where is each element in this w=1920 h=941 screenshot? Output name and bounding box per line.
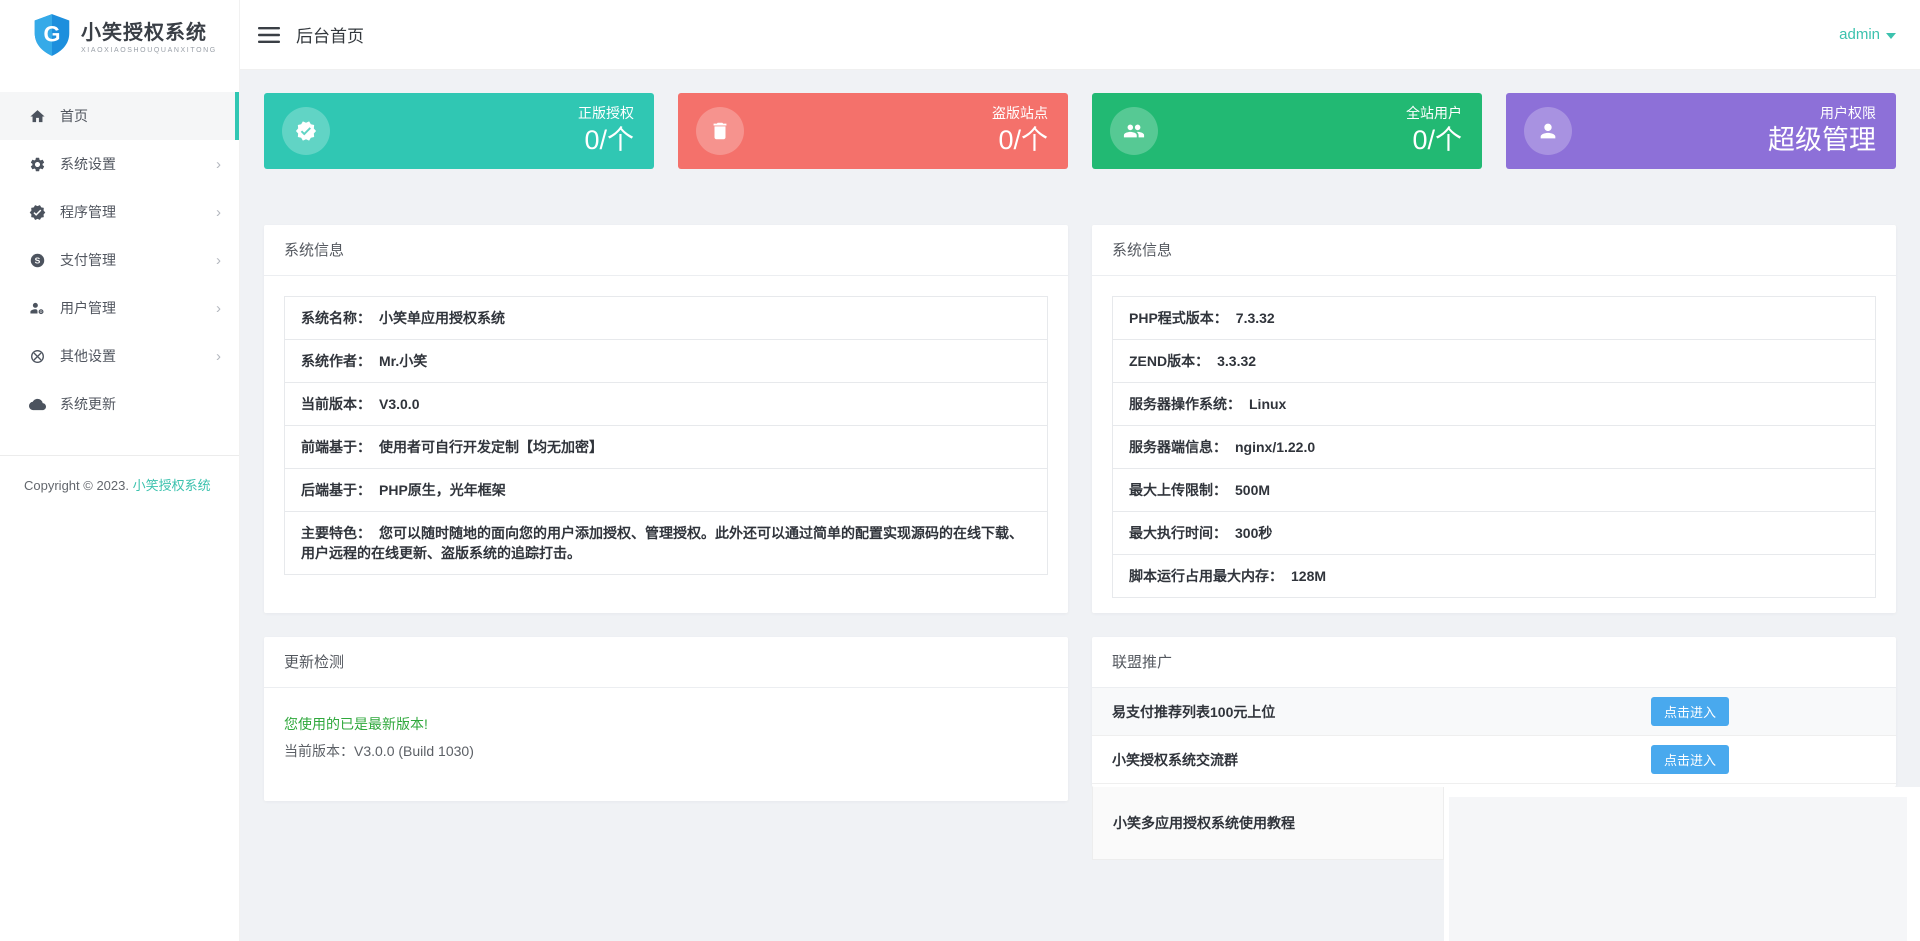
cloud-icon [28,395,46,413]
sidebar-item-label: 系统更新 [60,394,116,414]
info-row: 前端基于：使用者可自行开发定制【均无加密】 [285,426,1047,469]
users-icon [1110,107,1158,155]
info-row: 服务器端信息：nginx/1.22.0 [1113,426,1875,469]
chevron-right-icon: › [216,253,221,268]
panel-title: 系统信息 [1092,225,1896,276]
brand-title: 小笑授权系统 [81,16,217,45]
promo-title: 易支付推荐列表100元上位 [1112,702,1275,722]
stat-card-total-users: 全站用户 0/个 [1092,93,1482,169]
badge-check-icon [28,203,46,221]
info-row: 系统名称：小笑单应用授权系统 [285,297,1047,340]
hamburger-icon[interactable] [258,27,280,43]
server-info-table: PHP程式版本：7.3.32 ZEND版本：3.3.32 服务器操作系统：Lin… [1112,296,1876,598]
topbar: 后台首页 admin [240,0,1920,70]
sidebar-item-other-settings[interactable]: 其他设置 › [0,332,239,380]
promo-row-tutorial[interactable]: 小笑多应用授权系统使用教程 [1092,787,1444,860]
stat-value: 0/个 [992,123,1048,157]
other-settings-icon [28,347,46,365]
info-row: ZEND版本：3.3.32 [1113,340,1875,383]
info-row: PHP程式版本：7.3.32 [1113,297,1875,340]
panel-title: 更新检测 [264,637,1068,688]
sidebar-item-system-update[interactable]: 系统更新 [0,380,239,428]
stat-label: 盗版站点 [992,104,1048,122]
enter-button[interactable]: 点击进入 [1651,697,1729,726]
stat-card-user-role: 用户权限 超级管理 [1506,93,1896,169]
stat-label: 正版授权 [578,104,634,122]
sidebar-item-user-management[interactable]: 用户管理 › [0,284,239,332]
sidebar-item-system-settings[interactable]: 系统设置 › [0,140,239,188]
sidebar-item-program-management[interactable]: 程序管理 › [0,188,239,236]
svg-text:G: G [44,21,61,46]
page-title: 后台首页 [296,22,364,47]
user-name: admin [1839,26,1880,43]
panel-title: 联盟推广 [1092,637,1896,688]
panel-update-check: 更新检测 您使用的已是最新版本! 当前版本：V3.0.0 (Build 1030… [264,637,1068,801]
caret-down-icon [1886,33,1896,39]
trash-icon [696,107,744,155]
copyright-link[interactable]: 小笑授权系统 [133,478,211,493]
chevron-right-icon: › [216,301,221,316]
sidebar-item-label: 其他设置 [60,346,116,366]
user-dropdown[interactable]: admin [1839,26,1896,43]
promo-row-chat-group: 小笑授权系统交流群 点击进入 [1092,736,1896,784]
payment-s-icon: S [28,251,46,269]
user-settings-icon [28,299,46,317]
update-status: 您使用的已是最新版本! [284,714,1048,734]
brand-logo[interactable]: G 小笑授权系统 XIAOXIAOSHOUQUANXITONG [0,0,239,70]
current-version: 当前版本：V3.0.0 (Build 1030) [284,741,1048,761]
panel-promo: 联盟推广 易支付推荐列表100元上位 点击进入 小笑授权系统交流群 点击进入 [1092,637,1896,787]
stat-card-genuine-licenses: 正版授权 0/个 [264,93,654,169]
sidebar-item-label: 程序管理 [60,202,116,222]
stat-value: 0/个 [1406,123,1462,157]
chevron-right-icon: › [216,349,221,364]
sidebar-item-label: 支付管理 [60,250,116,270]
shield-logo-icon: G [32,13,72,57]
bottom-right-placeholder [1449,797,1907,941]
svg-text:S: S [34,255,40,265]
promo-row-epay: 易支付推荐列表100元上位 点击进入 [1092,688,1896,736]
stat-label: 用户权限 [1768,104,1876,122]
info-row: 脚本运行占用最大内存：128M [1113,555,1875,597]
promo-title: 小笑多应用授权系统使用教程 [1113,813,1295,833]
badge-check-icon [282,107,330,155]
stat-card-pirated-sites: 盗版站点 0/个 [678,93,1068,169]
sidebar-item-label: 用户管理 [60,298,116,318]
enter-button[interactable]: 点击进入 [1651,745,1729,774]
sidebar-item-label: 系统设置 [60,154,116,174]
sidebar: G 小笑授权系统 XIAOXIAOSHOUQUANXITONG 首页 系统设置 … [0,0,240,941]
sidebar-item-label: 首页 [60,106,88,126]
stat-value: 0/个 [578,123,634,157]
info-row: 系统作者：Mr.小笑 [285,340,1047,383]
panel-title: 系统信息 [264,225,1068,276]
info-row: 当前版本：V3.0.0 [285,383,1047,426]
info-row: 主要特色：您可以随时随地的面向您的用户添加授权、管理授权。此外还可以通过简单的配… [285,512,1047,574]
stat-cards-row: 正版授权 0/个 盗版站点 0/个 全站用户 0/个 [264,93,1896,169]
home-icon [28,107,46,125]
info-row: 后端基于：PHP原生，光年框架 [285,469,1047,512]
promo-title: 小笑授权系统交流群 [1112,750,1238,770]
chevron-right-icon: › [216,157,221,172]
sidebar-menu: 首页 系统设置 › 程序管理 › S 支付管理 › 用 [0,92,239,428]
sidebar-item-payment-management[interactable]: S 支付管理 › [0,236,239,284]
stat-label: 全站用户 [1406,104,1462,122]
sidebar-item-home[interactable]: 首页 [0,92,239,140]
stat-value: 超级管理 [1768,123,1876,157]
info-row: 最大执行时间：300秒 [1113,512,1875,555]
gear-icon [28,155,46,173]
info-row: 服务器操作系统：Linux [1113,383,1875,426]
copyright-text: Copyright © 2023. [24,478,133,493]
panel-system-info-left: 系统信息 系统名称：小笑单应用授权系统 系统作者：Mr.小笑 当前版本：V3.0… [264,225,1068,613]
chevron-right-icon: › [216,205,221,220]
info-row: 最大上传限制：500M [1113,469,1875,512]
copyright: Copyright © 2023. 小笑授权系统 [0,456,239,497]
person-icon [1524,107,1572,155]
system-info-table: 系统名称：小笑单应用授权系统 系统作者：Mr.小笑 当前版本：V3.0.0 前端… [284,296,1048,575]
panel-system-info-right: 系统信息 PHP程式版本：7.3.32 ZEND版本：3.3.32 服务器操作系… [1092,225,1896,613]
brand-subtitle: XIAOXIAOSHOUQUANXITONG [81,47,217,54]
